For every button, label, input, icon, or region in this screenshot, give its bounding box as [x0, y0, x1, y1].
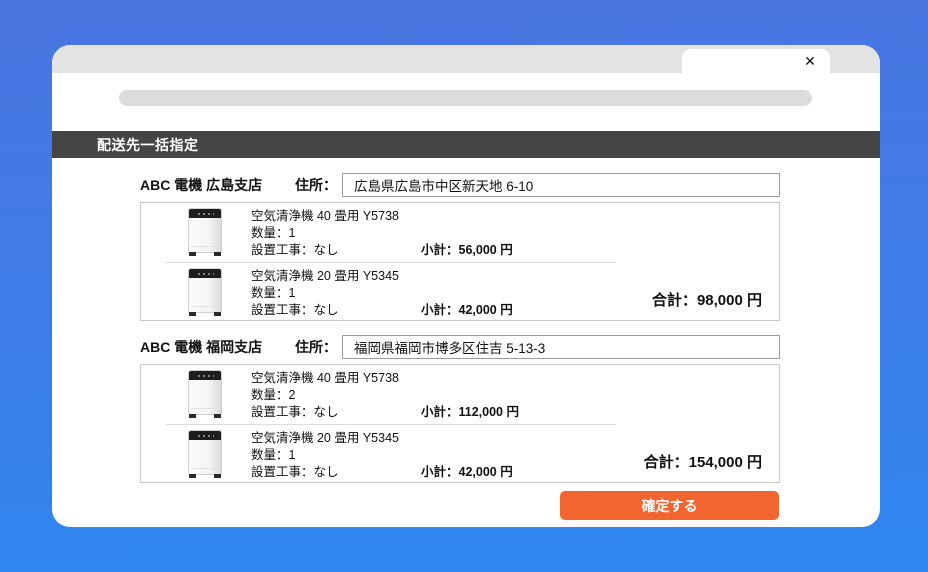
- browser-tab[interactable]: ✕: [682, 49, 830, 73]
- modal-title: 配送先一括指定: [97, 135, 199, 155]
- confirm-button[interactable]: 確定する: [560, 491, 779, 520]
- modal-header: 配送先一括指定: [52, 131, 880, 158]
- branch-name: ABC 電機 広島支店: [140, 175, 295, 195]
- air-purifier-image: [186, 370, 224, 418]
- branch-name: ABC 電機 福岡支店: [140, 337, 295, 357]
- air-purifier-image: [186, 208, 224, 256]
- page-background: ✕ 配送先一括指定 ABC 電機 広島支店 住所： 空気: [0, 0, 928, 572]
- air-purifier-image: [186, 430, 224, 478]
- item-installation: 設置工事：なし: [251, 404, 421, 421]
- address-input[interactable]: [342, 173, 780, 197]
- destination-section-hiroshima: ABC 電機 広島支店 住所： 空気清浄機 40 畳用 Y5738 数量：1 設…: [140, 172, 780, 321]
- item-row: 空気清浄機 40 畳用 Y5738 数量：2 設置工事：なし 小計：112,00…: [141, 365, 779, 424]
- item-subtotal: 小計：112,000 円: [421, 404, 519, 421]
- item-subtotal: 小計：56,000 円: [421, 242, 513, 259]
- item-subtotal: 小計：42,000 円: [421, 464, 513, 481]
- close-icon[interactable]: ✕: [800, 51, 820, 71]
- air-purifier-image: [186, 268, 224, 316]
- address-input[interactable]: [342, 335, 780, 359]
- item-installation: 設置工事：なし: [251, 242, 421, 259]
- address-label: 住所：: [295, 175, 342, 195]
- item-row: 空気清浄機 40 畳用 Y5738 数量：1 設置工事：なし 小計：56,000…: [141, 203, 779, 262]
- browser-titlebar: ✕: [52, 45, 880, 73]
- browser-window: ✕ 配送先一括指定 ABC 電機 広島支店 住所： 空気: [52, 45, 880, 527]
- section-total: 合計：98,000 円: [652, 289, 762, 310]
- item-details: 空気清浄機 40 畳用 Y5738 数量：2 設置工事：なし 小計：112,00…: [251, 370, 519, 421]
- section-total: 合計：154,000 円: [644, 451, 762, 472]
- destination-section-fukuoka: ABC 電機 福岡支店 住所： 空気清浄機 40 畳用 Y5738 数量：2 設…: [140, 334, 780, 483]
- item-subtotal: 小計：42,000 円: [421, 302, 513, 319]
- item-quantity: 数量：2: [251, 387, 519, 404]
- items-box: 空気清浄機 40 畳用 Y5738 数量：2 設置工事：なし 小計：112,00…: [140, 364, 780, 483]
- item-quantity: 数量：1: [251, 285, 513, 302]
- item-quantity: 数量：1: [251, 447, 513, 464]
- item-quantity: 数量：1: [251, 225, 513, 242]
- address-row: ABC 電機 広島支店 住所：: [140, 172, 780, 198]
- item-name: 空気清浄機 20 畳用 Y5345: [251, 430, 513, 447]
- items-box: 空気清浄機 40 畳用 Y5738 数量：1 設置工事：なし 小計：56,000…: [140, 202, 780, 321]
- item-installation: 設置工事：なし: [251, 302, 421, 319]
- item-installation: 設置工事：なし: [251, 464, 421, 481]
- item-details: 空気清浄機 40 畳用 Y5738 数量：1 設置工事：なし 小計：56,000…: [251, 208, 513, 259]
- item-name: 空気清浄機 40 畳用 Y5738: [251, 370, 519, 387]
- item-name: 空気清浄機 40 畳用 Y5738: [251, 208, 513, 225]
- item-details: 空気清浄機 20 畳用 Y5345 数量：1 設置工事：なし 小計：42,000…: [251, 430, 513, 481]
- url-bar-placeholder: [119, 90, 812, 106]
- item-details: 空気清浄機 20 畳用 Y5345 数量：1 設置工事：なし 小計：42,000…: [251, 268, 513, 319]
- item-name: 空気清浄機 20 畳用 Y5345: [251, 268, 513, 285]
- address-label: 住所：: [295, 337, 342, 357]
- address-row: ABC 電機 福岡支店 住所：: [140, 334, 780, 360]
